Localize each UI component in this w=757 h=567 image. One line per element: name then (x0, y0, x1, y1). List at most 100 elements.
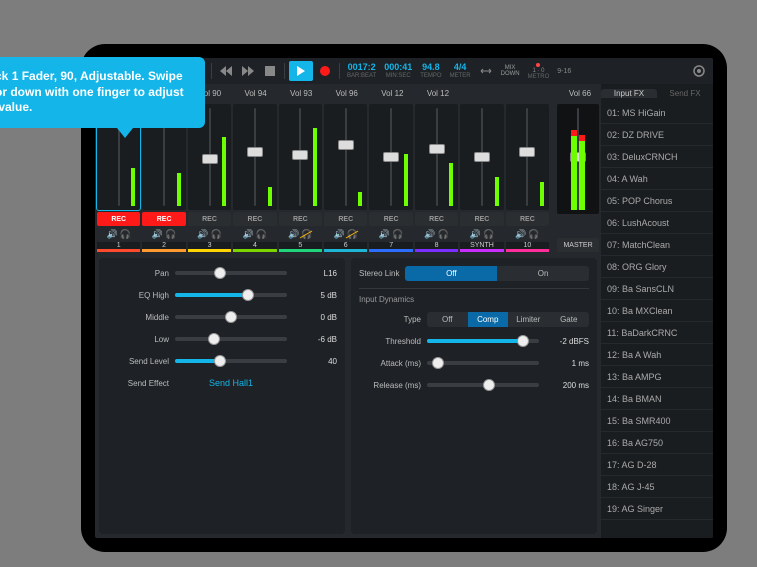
tempo-counter[interactable]: 94.8TEMPO (420, 63, 441, 79)
fx-item[interactable]: 16: Ba AG750 (601, 432, 713, 454)
fx-item[interactable]: 19: AG Singer (601, 498, 713, 520)
stereo-link-on[interactable]: On (497, 266, 589, 281)
dyn-type-limiter[interactable]: Limiter (508, 312, 549, 327)
speaker-icon[interactable]: 🔊 (379, 229, 390, 240)
record-button[interactable] (315, 61, 335, 81)
send-effect-value[interactable]: Send Hall1 (175, 378, 287, 388)
fx-item[interactable]: 11: BaDarkCRNC (601, 322, 713, 344)
headphone-icon[interactable]: 🎧 (165, 229, 176, 240)
track-label[interactable]: 10 (506, 242, 549, 252)
rec-button[interactable]: REC (460, 212, 503, 226)
fx-item[interactable]: 04: A Wah (601, 168, 713, 190)
time-counter[interactable]: 000:41MIN:SEC (384, 63, 412, 79)
rec-button[interactable]: REC (506, 212, 549, 226)
headphone-icon[interactable]: 🎧 (301, 229, 312, 240)
speaker-icon[interactable]: 🔊 (515, 229, 526, 240)
threshold-slider[interactable] (427, 339, 539, 343)
loop-range[interactable]: 9-16 (554, 61, 574, 81)
fader[interactable] (506, 104, 549, 210)
track-label[interactable]: 2 (142, 242, 185, 252)
headphone-icon[interactable]: 🎧 (438, 229, 449, 240)
attack-slider[interactable] (427, 361, 539, 365)
fx-item[interactable]: 08: ORG Glory (601, 256, 713, 278)
metronome-button[interactable]: 1 · 0METRO (528, 63, 550, 80)
pan-slider[interactable] (175, 271, 287, 275)
tab-send-fx[interactable]: Send FX (657, 89, 713, 98)
rec-button[interactable]: REC (415, 212, 458, 226)
speaker-icon[interactable]: 🔊 (243, 229, 254, 240)
speaker-icon[interactable]: 🔊 (106, 229, 117, 240)
track-label[interactable]: 4 (233, 242, 276, 252)
dyn-type-off[interactable]: Off (427, 312, 468, 327)
fx-list[interactable]: 01: MS HiGain02: DZ DRIVE03: DeluxCRNCH0… (601, 102, 713, 538)
track-label[interactable]: 6 (324, 242, 367, 252)
fader[interactable] (324, 104, 367, 210)
fader[interactable] (369, 104, 412, 210)
master-label[interactable]: MASTER (557, 238, 599, 252)
track-label[interactable]: 1 (97, 242, 140, 252)
stereo-link-off[interactable]: Off (405, 266, 497, 281)
master-fader[interactable] (557, 104, 599, 214)
tab-input-fx[interactable]: Input FX (601, 89, 657, 98)
headphone-icon[interactable]: 🎧 (256, 229, 267, 240)
eq-low-slider[interactable] (175, 337, 287, 341)
speaker-icon[interactable]: 🔊 (424, 229, 435, 240)
eq-mid-slider[interactable] (175, 315, 287, 319)
mixdown-button[interactable]: MIX DOWN (501, 65, 520, 77)
rec-button[interactable]: REC (233, 212, 276, 226)
rec-button[interactable]: REC (279, 212, 322, 226)
headphone-icon[interactable]: 🎧 (528, 229, 539, 240)
eq-high-slider[interactable] (175, 293, 287, 297)
stop-button[interactable] (260, 61, 280, 81)
rec-button[interactable]: REC (142, 212, 185, 226)
headphone-icon[interactable]: 🎧 (392, 229, 403, 240)
track-label[interactable]: 7 (369, 242, 412, 252)
fx-item[interactable]: 03: DeluxCRNCH (601, 146, 713, 168)
fx-item[interactable]: 12: Ba A Wah (601, 344, 713, 366)
fader[interactable] (415, 104, 458, 210)
speaker-icon[interactable]: 🔊 (197, 229, 208, 240)
fx-item[interactable]: 02: DZ DRIVE (601, 124, 713, 146)
track-label[interactable]: 8 (415, 242, 458, 252)
track-label[interactable]: 3 (188, 242, 231, 252)
headphone-icon[interactable]: 🎧 (483, 229, 494, 240)
headphone-icon[interactable]: 🎧 (120, 229, 131, 240)
dyn-type-gate[interactable]: Gate (549, 312, 590, 327)
fader[interactable] (233, 104, 276, 210)
fx-item[interactable]: 15: Ba SMR400 (601, 410, 713, 432)
speaker-icon[interactable]: 🔊 (334, 229, 345, 240)
rec-button[interactable]: REC (188, 212, 231, 226)
stereo-link-toggle[interactable]: Off On (405, 266, 589, 281)
rec-button[interactable]: REC (324, 212, 367, 226)
bar-beat-counter[interactable]: 0017:2BAR:BEAT (347, 63, 376, 79)
rec-button[interactable]: REC (97, 212, 140, 226)
headphone-icon[interactable]: 🎧 (211, 229, 222, 240)
fx-item[interactable]: 14: Ba BMAN (601, 388, 713, 410)
fx-item[interactable]: 13: Ba AMPG (601, 366, 713, 388)
timesig-counter[interactable]: 4/4METER (450, 63, 471, 79)
fx-item[interactable]: 09: Ba SansCLN (601, 278, 713, 300)
dyn-type-comp[interactable]: Comp (468, 312, 509, 327)
rewind-button[interactable] (216, 61, 236, 81)
fader[interactable] (279, 104, 322, 210)
loop-button[interactable] (476, 61, 496, 81)
track-label[interactable]: SYNTH (460, 242, 503, 252)
fx-item[interactable]: 07: MatchClean (601, 234, 713, 256)
forward-button[interactable] (238, 61, 258, 81)
fx-item[interactable]: 17: AG D-28 (601, 454, 713, 476)
speaker-icon[interactable]: 🔊 (152, 229, 163, 240)
fx-item[interactable]: 05: POP Chorus (601, 190, 713, 212)
dyn-type-segmented[interactable]: OffCompLimiterGate (427, 312, 589, 327)
fx-item[interactable]: 18: AG J-45 (601, 476, 713, 498)
fx-item[interactable]: 06: LushAcoust (601, 212, 713, 234)
headphone-icon[interactable]: 🎧 (347, 229, 358, 240)
speaker-icon[interactable]: 🔊 (288, 229, 299, 240)
speaker-icon[interactable]: 🔊 (470, 229, 481, 240)
track-label[interactable]: 5 (279, 242, 322, 252)
fx-item[interactable]: 10: Ba MXClean (601, 300, 713, 322)
send-level-slider[interactable] (175, 359, 287, 363)
settings-button[interactable] (689, 61, 709, 81)
fx-item[interactable]: 01: MS HiGain (601, 102, 713, 124)
play-button[interactable] (289, 61, 313, 81)
release-slider[interactable] (427, 383, 539, 387)
